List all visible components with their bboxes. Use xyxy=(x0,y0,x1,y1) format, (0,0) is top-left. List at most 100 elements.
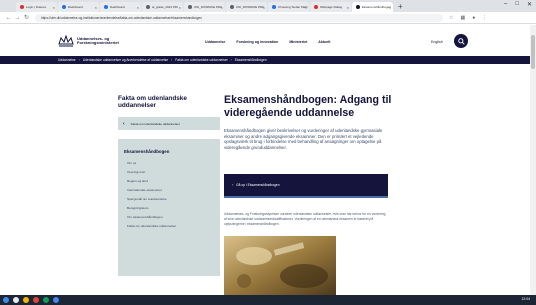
browser-tab[interactable]: ai_grade_2024 PDI × xyxy=(142,2,183,12)
breadcrumb-separator-icon: › xyxy=(171,58,173,62)
crown-logo-icon xyxy=(58,35,74,47)
cta-label: Gå op i Eksamenshåndbogen xyxy=(236,183,280,187)
scrollbar-thumb[interactable] xyxy=(531,35,535,69)
body-paragraph: Uddannelses- og Forskningsstyrelsen vurd… xyxy=(224,212,386,226)
browser-tab[interactable]: Dashboard × xyxy=(58,2,99,12)
logo-line-2: Forskningsministeriet xyxy=(77,40,119,45)
tab-favicon-icon xyxy=(62,5,66,9)
search-button[interactable] xyxy=(454,34,468,48)
tab-label: Dashboard xyxy=(110,5,125,9)
tab-close-icon[interactable]: × xyxy=(347,5,349,10)
sidebar-item[interactable]: Fakta om udenlandske uddannelser xyxy=(124,222,214,231)
breadcrumb: Uddannelse › Udenlandske uddannelser og … xyxy=(0,56,530,64)
tab-label: Login | Dokeos xyxy=(26,5,46,9)
browser-tab[interactable]: Choosing Sudan Math × xyxy=(268,2,309,12)
tab-favicon-icon xyxy=(104,5,108,9)
browser-extension-icons: ☆ ▦ ● ⋮ xyxy=(449,15,487,21)
app-icon[interactable] xyxy=(43,297,49,303)
breadcrumb-item[interactable]: Uddannelse xyxy=(58,58,76,62)
close-window-button[interactable]: ✕ xyxy=(527,1,532,8)
ministry-logo[interactable]: Uddannelses- og Forskningsministeriet xyxy=(58,35,119,47)
page-content: Fakta om udenlandske uddannelser ‹ Fakta… xyxy=(0,64,530,295)
tab-close-icon[interactable]: × xyxy=(53,5,55,10)
sidebar-back-label: Fakta om udenlandske uddannelser xyxy=(130,121,180,126)
chevron-left-icon: ‹ xyxy=(123,120,125,127)
sidebar-title: Fakta om udenlandske uddannelser xyxy=(118,95,187,109)
extension-icon[interactable]: ▦ xyxy=(460,15,465,21)
sidebar-menu-heading[interactable]: Eksamenshåndbogen xyxy=(124,149,214,154)
tab-favicon-icon xyxy=(230,5,234,9)
tab-close-icon[interactable]: × xyxy=(95,5,97,10)
tab-close-icon[interactable]: × xyxy=(137,5,139,10)
browser-tab[interactable]: Login | Dokeos × xyxy=(16,2,57,12)
browser-tab[interactable]: Webpage Dialog × xyxy=(310,2,351,12)
profile-icon[interactable]: ● xyxy=(472,15,475,21)
tab-close-icon[interactable]: × xyxy=(179,5,181,10)
search-taskbar-icon[interactable] xyxy=(13,297,19,303)
sidebar-menu: Eksamenshåndbogen Om os Oversigt over Re… xyxy=(118,139,220,276)
nav-forskning[interactable]: Forskning og innovation xyxy=(236,40,278,44)
os-taskbar: 12:04 xyxy=(0,295,536,305)
start-menu-icon[interactable] xyxy=(3,297,9,303)
address-bar[interactable]: https://ufm.dk/uddannelse-og-institution… xyxy=(35,13,443,22)
tab-label: Webpage Dialog xyxy=(320,5,343,9)
maximize-button[interactable]: □ xyxy=(515,1,519,8)
tab-label: Choosing Sudan Math xyxy=(278,5,308,9)
sidebar-item[interactable]: Oversigt over xyxy=(124,168,214,177)
language-switch-link[interactable]: English xyxy=(431,40,443,44)
sidebar-item[interactable]: Om eksamenshåndbogen xyxy=(124,213,214,222)
tab-favicon-icon xyxy=(272,5,276,9)
tab-favicon-icon xyxy=(356,5,360,9)
browser-tab-active[interactable]: Eksamenshåndbogen × xyxy=(352,2,393,12)
tab-favicon-icon xyxy=(20,5,24,9)
page-scrollbar[interactable] xyxy=(530,25,536,295)
back-arrow-icon[interactable]: ← xyxy=(4,15,13,21)
search-icon xyxy=(457,37,465,45)
sidebar-back-link[interactable]: ‹ Fakta om udenlandske uddannelser xyxy=(118,117,220,130)
breadcrumb-item[interactable]: Fakta om udenlandske uddannelser xyxy=(175,58,227,62)
cta-link-box[interactable]: › Gå op i Eksamenshåndbogen xyxy=(224,174,388,198)
lead-paragraph: Eksamenshåndbogen giver beskrivelser og … xyxy=(224,128,383,150)
browser-tab[interactable]: UNI_DOWNIKE PDF × xyxy=(184,2,225,12)
breadcrumb-item[interactable]: Udenlandske uddannelser og Anerkendelse … xyxy=(83,58,168,62)
tab-favicon-icon xyxy=(146,5,150,9)
browser-toolbar: ← → ↻ https://ufm.dk/uddannelse-og-insti… xyxy=(0,12,536,24)
sidebar-item[interactable]: Om os xyxy=(124,159,214,168)
browser-tab[interactable]: UNI_DOWNIKE PDF × xyxy=(226,2,267,12)
new-tab-button[interactable]: + xyxy=(398,2,403,12)
forward-arrow-icon[interactable]: → xyxy=(13,15,22,21)
tab-close-icon[interactable]: × xyxy=(221,5,223,10)
file-explorer-icon[interactable] xyxy=(23,297,29,303)
nav-ministeriet[interactable]: Ministeriet xyxy=(289,40,307,44)
bookmark-star-icon[interactable]: ☆ xyxy=(449,15,453,21)
tab-label: Dashboard xyxy=(68,5,83,9)
browser-tab[interactable]: Dashboard × xyxy=(100,2,141,12)
tab-close-icon[interactable]: × xyxy=(263,5,265,10)
main-navigation: Uddannelse Forskning og innovation Minis… xyxy=(205,40,330,44)
tab-close-icon[interactable]: × xyxy=(389,5,391,10)
tab-label: UNI_DOWNIKE PDF xyxy=(194,5,223,9)
minimize-button[interactable]: – xyxy=(504,1,507,8)
sidebar-item[interactable]: Spørgsmål om anerkendelse xyxy=(124,195,214,204)
sidebar-item[interactable]: Region og land xyxy=(124,177,214,186)
reload-icon[interactable]: ↻ xyxy=(22,14,31,21)
sidebar-item[interactable]: Beregningskurs xyxy=(124,204,214,213)
tab-label: ai_grade_2024 PDI xyxy=(152,5,178,9)
nav-aktuelt[interactable]: Aktuelt xyxy=(318,40,330,44)
page-title: Eksamenshåndbogen: Adgang til videregåen… xyxy=(224,94,392,119)
breadcrumb-item-current: Eksamenshåndbogen xyxy=(234,58,267,62)
app-icon[interactable] xyxy=(53,297,59,303)
chrome-icon[interactable] xyxy=(33,297,39,303)
breadcrumb-separator-icon: › xyxy=(78,58,80,62)
tab-favicon-icon xyxy=(188,5,192,9)
tab-close-icon[interactable]: × xyxy=(305,5,307,10)
taskbar-clock: 12:04 xyxy=(521,297,531,301)
menu-dots-icon[interactable]: ⋮ xyxy=(482,15,487,21)
tab-label: Eksamenshåndbogen xyxy=(362,5,392,9)
site-header: Uddannelses- og Forskningsministeriet Ud… xyxy=(0,25,530,56)
address-bar-url: https://ufm.dk/uddannelse-og-institution… xyxy=(41,15,202,20)
tab-favicon-icon xyxy=(314,5,318,9)
nav-uddannelse[interactable]: Uddannelse xyxy=(205,40,225,44)
browser-tab-strip: Login | Dokeos × Dashboard × Dashboard × ai_gr… xyxy=(0,0,536,12)
sidebar-item[interactable]: Internationale eksamener xyxy=(124,186,214,195)
